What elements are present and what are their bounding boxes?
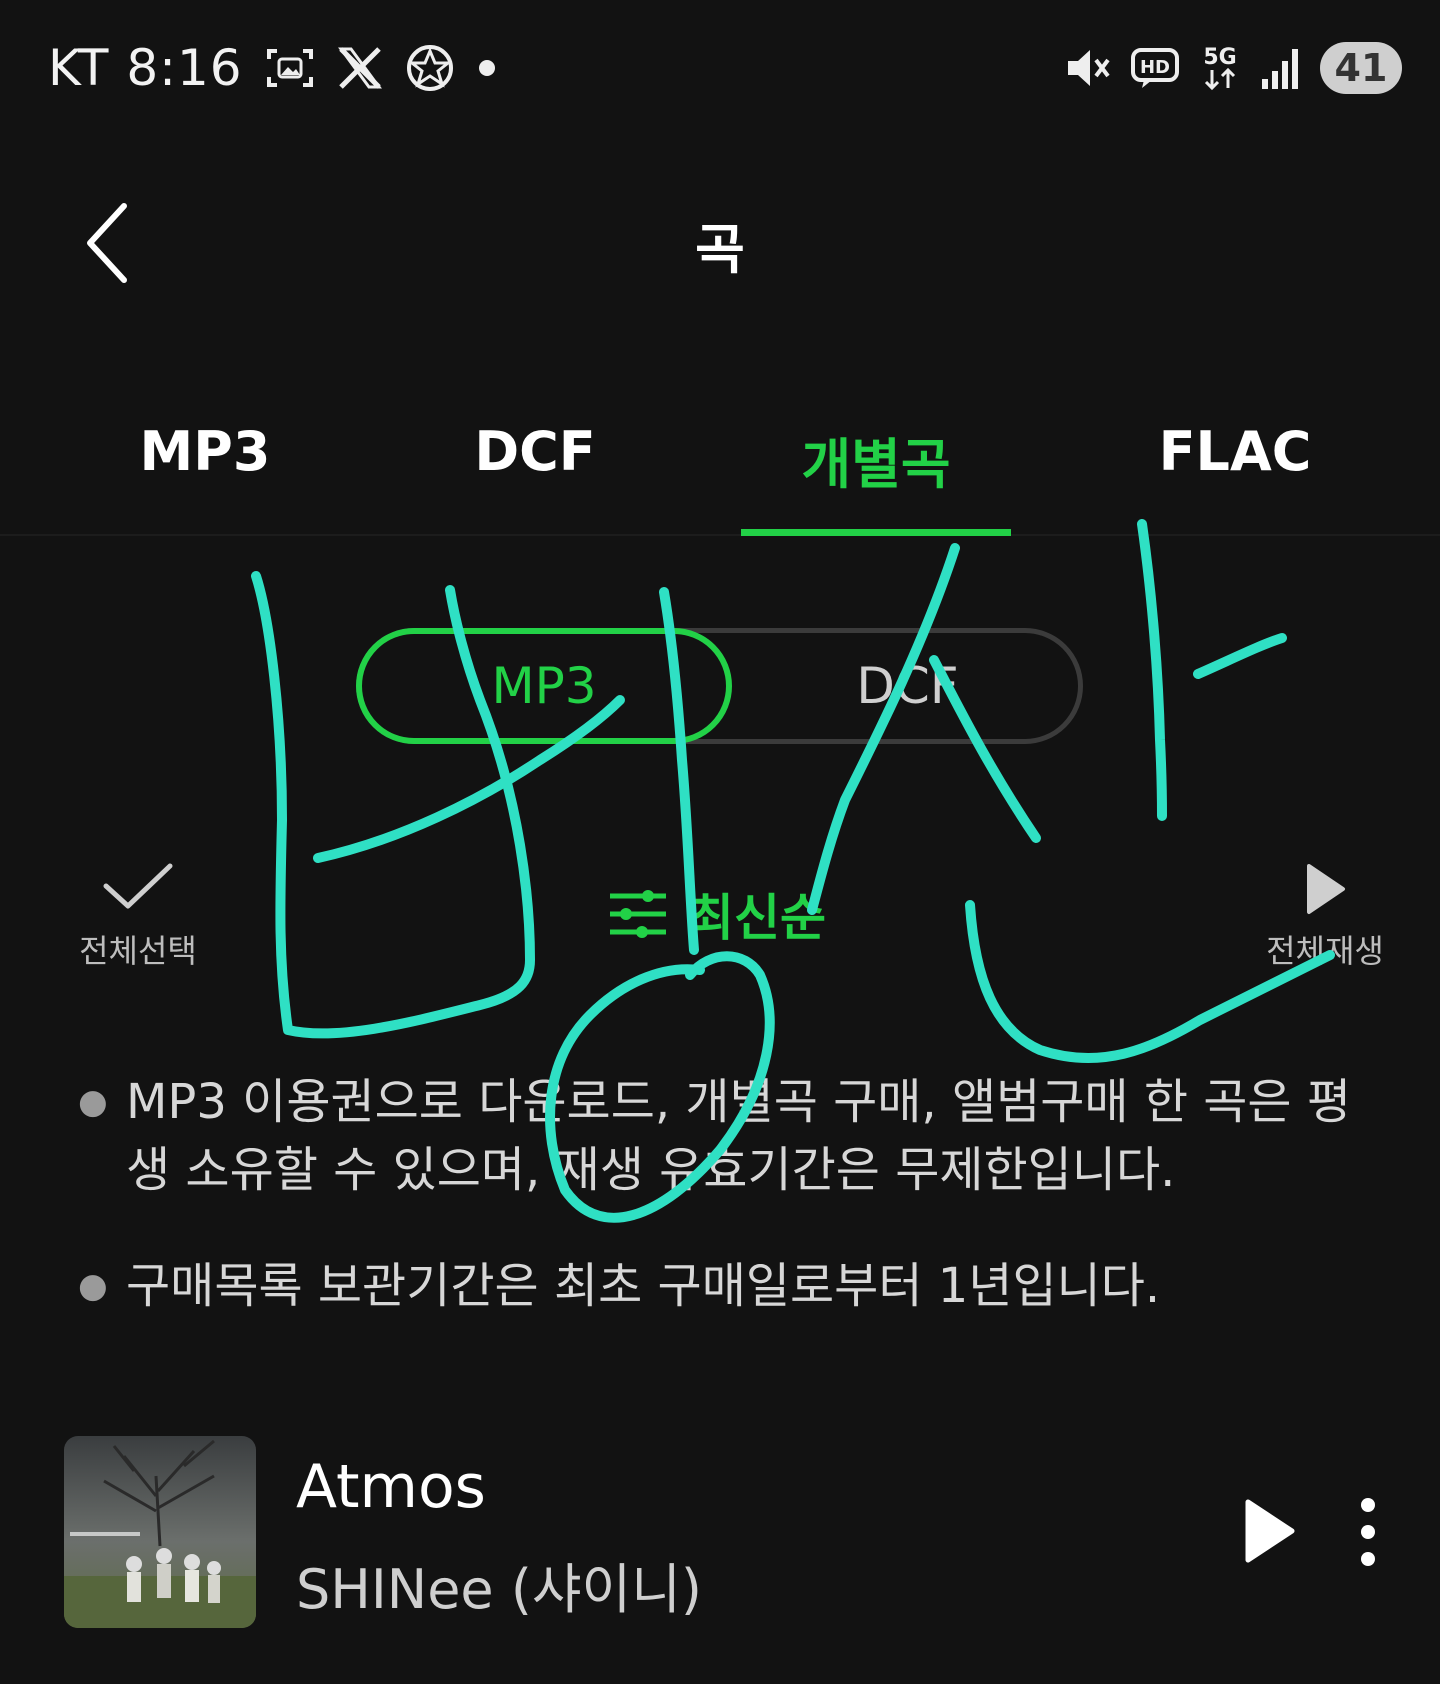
hd-voice-icon: HD [1130,44,1180,92]
track-play-button[interactable] [1240,1496,1300,1566]
x-app-icon [337,45,383,91]
format-option-dcf[interactable]: DCF [732,628,1083,744]
screenshot-icon [265,45,315,91]
sort-filter-icon [610,890,666,938]
sort-label: 최신순 [688,889,826,947]
notice-item: ● 구매목록 보관기간은 최초 구매일로부터 1년입니다. [78,1252,1378,1320]
play-all-label: 전체재생 [1266,932,1384,970]
carrier-time: KT 8:16 [48,39,243,97]
notice-text: MP3 이용권으로 다운로드, 개별곡 구매, 앨범구매 한 곡은 평생 소유할… [126,1074,1351,1198]
mute-icon [1064,44,1112,92]
bullet-icon: ● [78,1266,108,1306]
track-title[interactable]: Atmos [296,1452,486,1522]
album-art[interactable] [64,1436,256,1628]
notification-dot-icon [477,58,497,78]
svg-text:HD: HD [1140,57,1170,78]
more-vertical-icon [1361,1498,1375,1566]
format-toggle: MP3 DCF [356,628,1083,744]
play-icon [1307,864,1345,914]
checkmark-icon [103,863,173,909]
network-5g-icon: 5G [1198,42,1242,94]
tab-mp3[interactable]: MP3 [120,420,290,483]
play-all-button[interactable]: 전체재생 [1250,862,1400,972]
tab-individual-songs[interactable]: 개별곡 [741,420,1011,499]
tab-flac[interactable]: FLAC [1140,420,1330,483]
select-all-label: 전체선택 [79,932,197,970]
active-tab-indicator [741,529,1011,536]
tab-bar: MP3 DCF 개별곡 FLAC [0,400,1440,536]
format-option-mp3[interactable]: MP3 [356,628,732,744]
page-title: 곡 [695,218,745,281]
svg-text:5G: 5G [1203,45,1236,70]
status-bar-right: HD 5G 41 [1064,38,1402,98]
star-badge-icon [405,43,455,93]
sort-button[interactable]: 최신순 [608,878,826,950]
bullet-icon: ● [78,1082,108,1122]
track-artist[interactable]: SHINee (샤이니) [296,1545,702,1624]
status-bar-left: KT 8:16 [48,38,497,98]
signal-strength-icon [1260,45,1302,91]
battery-indicator: 41 [1320,42,1402,94]
play-icon [1245,1499,1295,1563]
select-all-button[interactable]: 전체선택 [68,860,208,972]
tab-dcf[interactable]: DCF [455,420,615,483]
notice-item: ● MP3 이용권으로 다운로드, 개별곡 구매, 앨범구매 한 곡은 평생 소… [78,1068,1378,1204]
track-more-button[interactable] [1355,1495,1381,1569]
notice-text: 구매목록 보관기간은 최초 구매일로부터 1년입니다. [126,1258,1161,1314]
